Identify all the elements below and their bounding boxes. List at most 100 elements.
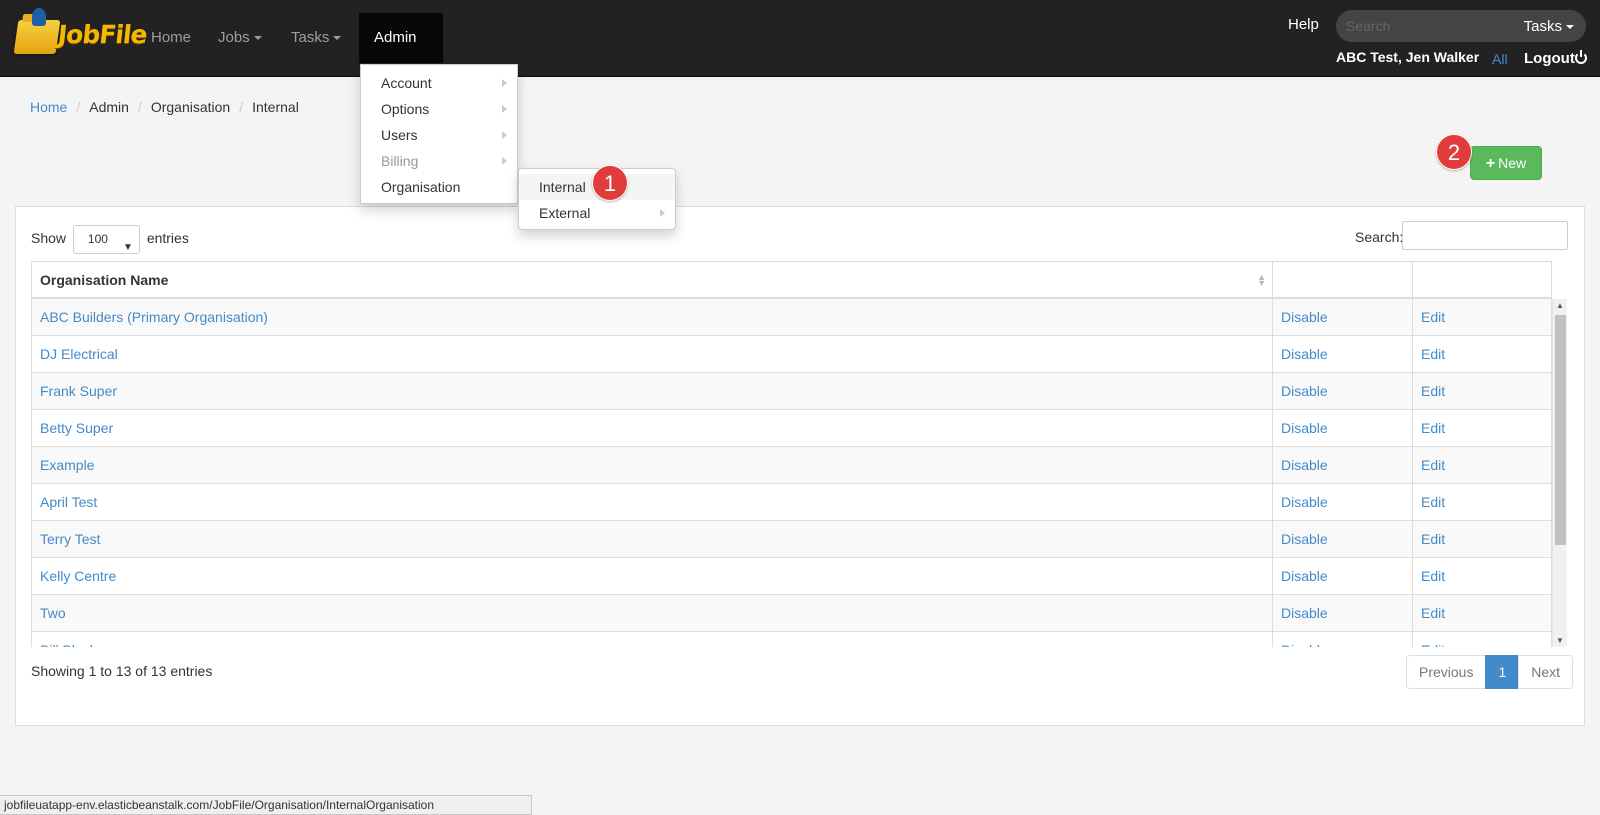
entries-select[interactable]: 100 ▼ bbox=[72, 224, 140, 254]
chevron-right-icon bbox=[502, 79, 507, 87]
scroll-down-icon[interactable]: ▼ bbox=[1556, 636, 1564, 645]
nav-admin[interactable]: Admin bbox=[359, 13, 443, 91]
table-row: Kelly Centre Disable Edit bbox=[31, 558, 1552, 595]
table-row: Bill BlackDisableEdit bbox=[31, 632, 1552, 647]
menu-item-billing[interactable]: Billing bbox=[361, 148, 517, 174]
user-name: ABC Test, Jen Walker bbox=[1336, 49, 1480, 65]
power-icon bbox=[1574, 50, 1587, 64]
organisation-name-link[interactable]: DJ Electrical bbox=[32, 336, 1273, 372]
table-row: ABC Builders (Primary Organisation) Disab… bbox=[31, 299, 1552, 336]
table-header: Organisation Name ▲ ▼ bbox=[31, 261, 1552, 299]
breadcrumb-internal: Internal bbox=[252, 99, 299, 115]
breadcrumb-home[interactable]: Home bbox=[30, 99, 67, 115]
caret-down-icon bbox=[333, 36, 342, 41]
search-scope-dropdown[interactable]: Tasks bbox=[1524, 18, 1574, 35]
table-row: Betty Super Disable Edit bbox=[31, 410, 1552, 447]
organisation-name-link[interactable]: Two bbox=[32, 595, 1273, 631]
edit-link[interactable]: Edit bbox=[1413, 632, 1551, 647]
global-search: Tasks bbox=[1336, 10, 1586, 42]
table-search-input[interactable] bbox=[1402, 221, 1568, 250]
logo-text: JobFile bbox=[56, 20, 149, 49]
edit-link[interactable]: Edit bbox=[1413, 484, 1551, 520]
edit-link[interactable]: Edit bbox=[1413, 521, 1551, 557]
sort-icon: ▲ ▼ bbox=[1257, 272, 1266, 288]
menu-item-options[interactable]: Options bbox=[361, 96, 517, 122]
scrollbar-thumb[interactable] bbox=[1555, 315, 1566, 545]
status-bar-url: jobfileuatapp-env.elasticbeanstalk.com/J… bbox=[0, 795, 532, 815]
disable-link[interactable]: Disable bbox=[1273, 373, 1413, 409]
menu-item-users[interactable]: Users bbox=[361, 122, 517, 148]
new-organisation-button[interactable]: + New bbox=[1470, 146, 1542, 180]
column-organisation-name[interactable]: Organisation Name ▲ ▼ bbox=[32, 262, 1273, 298]
admin-dropdown-menu: Account Options Users Billing Organisati… bbox=[360, 64, 518, 204]
global-search-input[interactable] bbox=[1346, 10, 1496, 42]
breadcrumb-organisation: Organisation bbox=[150, 99, 231, 115]
disable-link[interactable]: Disable bbox=[1273, 299, 1413, 335]
organisation-name-link[interactable]: ABC Builders (Primary Organisation) bbox=[32, 299, 1273, 335]
disable-link[interactable]: Disable bbox=[1273, 521, 1413, 557]
next-page-button[interactable]: Next bbox=[1518, 655, 1574, 689]
column-edit bbox=[1413, 262, 1551, 298]
chevron-right-icon bbox=[502, 157, 507, 165]
disable-link[interactable]: Disable bbox=[1273, 484, 1413, 520]
menu-item-account[interactable]: Account bbox=[361, 70, 517, 96]
edit-link[interactable]: Edit bbox=[1413, 595, 1551, 631]
edit-link[interactable]: Edit bbox=[1413, 558, 1551, 594]
worker-icon bbox=[32, 8, 46, 26]
organisation-name-link[interactable]: Frank Super bbox=[32, 373, 1273, 409]
disable-link[interactable]: Disable bbox=[1273, 632, 1413, 647]
caret-down-icon bbox=[253, 36, 262, 41]
table-row: DJ Electrical Disable Edit bbox=[31, 336, 1552, 373]
step-2-badge: 2 bbox=[1436, 134, 1472, 170]
caret-down-icon bbox=[1566, 25, 1574, 30]
submenu-item-external[interactable]: External bbox=[519, 200, 675, 226]
edit-link[interactable]: Edit bbox=[1413, 336, 1551, 372]
disable-link[interactable]: Disable bbox=[1273, 447, 1413, 483]
edit-link[interactable]: Edit bbox=[1413, 373, 1551, 409]
top-navbar: JobFile Home Jobs Tasks Admin Help Tasks… bbox=[0, 0, 1600, 91]
nav-tasks[interactable]: Tasks bbox=[276, 13, 356, 63]
edit-link[interactable]: Edit bbox=[1413, 410, 1551, 446]
scroll-up-icon[interactable]: ▲ bbox=[1556, 301, 1564, 310]
organisation-name-link[interactable]: Bill Black bbox=[32, 632, 1273, 647]
logout-button[interactable]: Logout bbox=[1524, 50, 1587, 67]
chevron-right-icon bbox=[502, 131, 507, 139]
previous-page-button[interactable]: Previous bbox=[1406, 655, 1487, 689]
table-row: Example Disable Edit bbox=[31, 447, 1552, 484]
table-info: Showing 1 to 13 of 13 entries bbox=[31, 663, 213, 679]
table-scrollbar[interactable]: ▲ ▼ bbox=[1552, 299, 1567, 647]
jobfile-logo[interactable]: JobFile bbox=[13, 8, 148, 58]
disable-link[interactable]: Disable bbox=[1273, 595, 1413, 631]
table-row: Terry Test Disable Edit bbox=[31, 521, 1552, 558]
edit-link[interactable]: Edit bbox=[1413, 447, 1551, 483]
plus-icon: + bbox=[1485, 155, 1496, 172]
help-link[interactable]: Help bbox=[1288, 16, 1319, 33]
chevron-down-icon: ▼ bbox=[123, 241, 133, 253]
pagination: Previous 1 Next bbox=[1406, 655, 1574, 689]
menu-item-organisation[interactable]: Organisation bbox=[361, 174, 517, 200]
table-search-label: Search: bbox=[1355, 229, 1404, 245]
column-disable bbox=[1273, 262, 1413, 298]
table-body: Bill BlackDisableEditTwoDisableEditKelly… bbox=[31, 299, 1567, 647]
chevron-right-icon bbox=[502, 105, 507, 113]
breadcrumb-admin: Admin bbox=[89, 99, 129, 115]
organisation-name-link[interactable]: April Test bbox=[32, 484, 1273, 520]
disable-link[interactable]: Disable bbox=[1273, 410, 1413, 446]
all-link[interactable]: All bbox=[1492, 51, 1508, 67]
nav-jobs[interactable]: Jobs bbox=[203, 13, 277, 63]
table-row: April Test Disable Edit bbox=[31, 484, 1552, 521]
disable-link[interactable]: Disable bbox=[1273, 558, 1413, 594]
disable-link[interactable]: Disable bbox=[1273, 336, 1413, 372]
organisation-name-link[interactable]: Terry Test bbox=[32, 521, 1273, 557]
nav-home[interactable]: Home bbox=[136, 13, 206, 63]
organisation-name-link[interactable]: Example bbox=[32, 447, 1273, 483]
edit-link[interactable]: Edit bbox=[1413, 299, 1551, 335]
step-1-badge: 1 bbox=[592, 165, 628, 201]
table-row: Frank Super Disable Edit bbox=[31, 373, 1552, 410]
organisation-name-link[interactable]: Kelly Centre bbox=[32, 558, 1273, 594]
breadcrumb: Home / Admin / Organisation / Internal bbox=[30, 99, 299, 115]
organisation-name-link[interactable]: Betty Super bbox=[32, 410, 1273, 446]
organisations-panel: Show 100 ▼ entries Search: Organisation N… bbox=[15, 206, 1585, 726]
page-1-button[interactable]: 1 bbox=[1485, 655, 1520, 689]
chevron-right-icon bbox=[660, 209, 665, 217]
